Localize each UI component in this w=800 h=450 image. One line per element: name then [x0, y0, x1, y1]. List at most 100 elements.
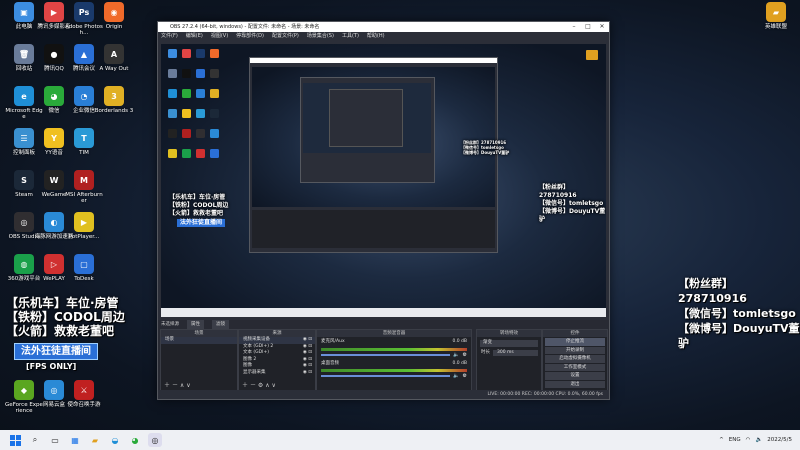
desktop-icon-right[interactable]: ▰ 英雄联盟: [756, 2, 796, 30]
live-banner: 法外狂徒直播间: [14, 343, 98, 360]
widgets-icon[interactable]: ▦: [68, 433, 82, 447]
obs-menu-item[interactable]: 停靠部件(D): [236, 32, 264, 41]
app-icon: e: [14, 86, 34, 106]
duration-input[interactable]: 300 ms: [493, 349, 538, 356]
obs-preview[interactable]: 【乐机车】车位·房管 【铁粉】CODOL周边 【火箭】救救老董吧 法外狂徒直播间…: [161, 44, 606, 317]
minimize-icon[interactable]: –: [567, 22, 581, 32]
nested-app-icon: [168, 49, 177, 58]
speaker-icon[interactable]: 🔈: [453, 373, 459, 379]
language-indicator[interactable]: ENG: [729, 437, 741, 443]
live-banner-text: 法外狂徒直播间: [21, 346, 91, 357]
obs-menu-item[interactable]: 视图(V): [211, 32, 228, 41]
task-view-icon[interactable]: ▭: [48, 433, 62, 447]
clock[interactable]: 2022/5/5: [767, 437, 792, 443]
scene-item[interactable]: 场景: [161, 337, 237, 344]
app-icon: ◉: [104, 2, 124, 22]
transition-select[interactable]: 渐变: [480, 340, 538, 347]
control-button[interactable]: 开始录制: [545, 346, 605, 354]
desktop-icon[interactable]: ⚔ 使命召唤手游: [64, 380, 104, 408]
folder-icon: ▰: [766, 2, 786, 22]
controls-panel: 控件 停止推流 开始录制 启动虚拟摄像机 工作室模式 设置 退出: [542, 329, 608, 391]
danmaku-line: 【铁粉】CODOL周边: [6, 310, 125, 324]
obs-panels: 未选择源 属性 滤镜 场景 场景 ＋ － ∧ ∨ 来源 视频采集设备 ◉ ⊡ 文本 …: [158, 320, 609, 399]
source-toolbar: ＋ － ⚙ ∧ ∨: [242, 380, 276, 389]
desktop-icon[interactable]: ◉ Origin: [94, 2, 134, 30]
nested-danmaku: 【乐机车】车位·房管 【铁粉】CODOL周边 【火箭】救救老董吧: [169, 194, 228, 218]
wifi-icon[interactable]: ◠: [746, 437, 751, 443]
desktop-icon[interactable]: T TIM: [64, 128, 104, 156]
scene-toolbar: ＋ － ∧ ∨: [164, 380, 191, 389]
source-up-icon[interactable]: ∧: [265, 382, 269, 389]
transitions-panel: 转场特效 渐变 时长 300 ms: [476, 329, 542, 391]
obs-title-bar[interactable]: OBS 27.2.4 (64-bit, windows) - 配置文件: 未命名…: [158, 22, 609, 32]
control-button[interactable]: 停止推流: [545, 338, 605, 346]
source-down-icon[interactable]: ∨: [272, 382, 276, 389]
obs-menu-item[interactable]: 场景集合(S): [307, 32, 334, 41]
visibility-lock-icons[interactable]: ◉ ⊡: [303, 370, 312, 377]
speaker-icon[interactable]: 🔈: [453, 352, 459, 358]
maximize-icon[interactable]: □: [581, 22, 595, 32]
desktop-icon-label: A Way Out: [99, 66, 129, 72]
obs-taskbar-icon[interactable]: ◎: [148, 433, 162, 447]
nested-live-banner: 法外狂徒直播间: [177, 219, 226, 227]
desktop-icon[interactable]: 3 Borderlands 3: [94, 86, 134, 114]
properties-button[interactable]: 属性: [187, 320, 204, 329]
volume-slider[interactable]: [321, 353, 451, 356]
control-button[interactable]: 启动虚拟摄像机: [545, 355, 605, 363]
nested-app-icon: [182, 129, 191, 138]
volume-icon[interactable]: 🔈: [755, 437, 762, 443]
obs-menu-item[interactable]: 文件(F): [161, 32, 178, 41]
desktop-icon[interactable]: ▶ PotPlayer...: [64, 212, 104, 240]
nested-app-icon: [168, 89, 177, 98]
control-button[interactable]: 工作室模式: [545, 363, 605, 371]
duration-label: 时长: [481, 349, 490, 355]
app-icon: ◕: [44, 86, 64, 106]
app-icon: ◔: [74, 86, 94, 106]
obs-window[interactable]: OBS 27.2.4 (64-bit, windows) - 配置文件: 未命名…: [157, 21, 610, 400]
control-button[interactable]: 设置: [545, 372, 605, 380]
mixer-gear-icon[interactable]: ⚙: [463, 373, 467, 379]
remove-source-icon[interactable]: －: [250, 382, 256, 389]
desktop-icon[interactable]: M MSI Afterburner: [64, 170, 104, 204]
filters-button[interactable]: 滤镜: [212, 320, 229, 329]
app-icon: A: [104, 44, 124, 64]
explorer-icon[interactable]: ▰: [88, 433, 102, 447]
nested-app-icon: [196, 49, 205, 58]
nested-app-icon: [196, 69, 205, 78]
add-source-icon[interactable]: ＋: [242, 382, 248, 389]
app-icon: ●: [44, 44, 64, 64]
mixer-gear-icon[interactable]: ⚙: [463, 352, 467, 358]
obs-menu-item[interactable]: 工具(T): [342, 32, 359, 41]
volume-meter: [321, 347, 467, 351]
source-item[interactable]: 显示器采集 ◉ ⊡: [239, 370, 315, 377]
obs-status-bar: LIVE: 00:00:00 REC: 00:00:00 CPU: 0.0%, …: [158, 390, 609, 399]
start-button[interactable]: [8, 433, 22, 447]
sources-panel: 来源 视频采集设备 ◉ ⊡ 文本 (GDI+) 2 ◉ ⊡ 文本 (GDI+) ◉ ⊡ 图像…: [238, 329, 316, 391]
nested-app-icon: [196, 89, 205, 98]
danmaku-list: 【乐机车】车位·房管 【铁粉】CODOL周边 【火箭】救救老董吧: [6, 296, 125, 338]
down-icon[interactable]: ∨: [186, 382, 190, 389]
search-icon[interactable]: ⌕: [28, 433, 42, 447]
obs-menu-item[interactable]: 配置文件(P): [272, 32, 299, 41]
edge-icon[interactable]: ◒: [108, 433, 122, 447]
nested2-contact-info: 【粉丝群】278710916 【微信号】tomletsgo 【微博号】Douyu…: [461, 140, 509, 155]
wechat-taskbar-icon[interactable]: ◕: [128, 433, 142, 447]
obs-menu-item[interactable]: 编辑(E): [186, 32, 203, 41]
tray-overflow-icon[interactable]: ^: [719, 437, 724, 443]
close-icon[interactable]: ✕: [595, 22, 609, 32]
desktop-icon[interactable]: A A Way Out: [94, 44, 134, 72]
obs-menu-item[interactable]: 帮助(H): [367, 32, 385, 41]
up-icon[interactable]: ∧: [180, 382, 184, 389]
add-icon[interactable]: ＋: [164, 382, 170, 389]
remove-icon[interactable]: －: [172, 382, 178, 389]
nested-app-icon: [182, 69, 191, 78]
source-list: 视频采集设备 ◉ ⊡ 文本 (GDI+) 2 ◉ ⊡ 文本 (GDI+) ◉ ⊡ 图像 2 ◉…: [239, 337, 315, 376]
scenes-panel: 场景 场景 ＋ － ∧ ∨: [160, 329, 238, 391]
control-button[interactable]: 退出: [545, 380, 605, 388]
app-icon: ◍: [14, 254, 34, 274]
desktop-icon[interactable]: ▢ ToDesk: [64, 254, 104, 282]
volume-slider[interactable]: [321, 375, 451, 377]
obs-menu-bar: 文件(F) 编辑(E) 视图(V) 停靠部件(D) 配置文件(P) 场景集合(S) 工具(T…: [158, 32, 609, 41]
gear-icon[interactable]: ⚙: [258, 382, 263, 389]
app-icon: 3: [104, 86, 124, 106]
